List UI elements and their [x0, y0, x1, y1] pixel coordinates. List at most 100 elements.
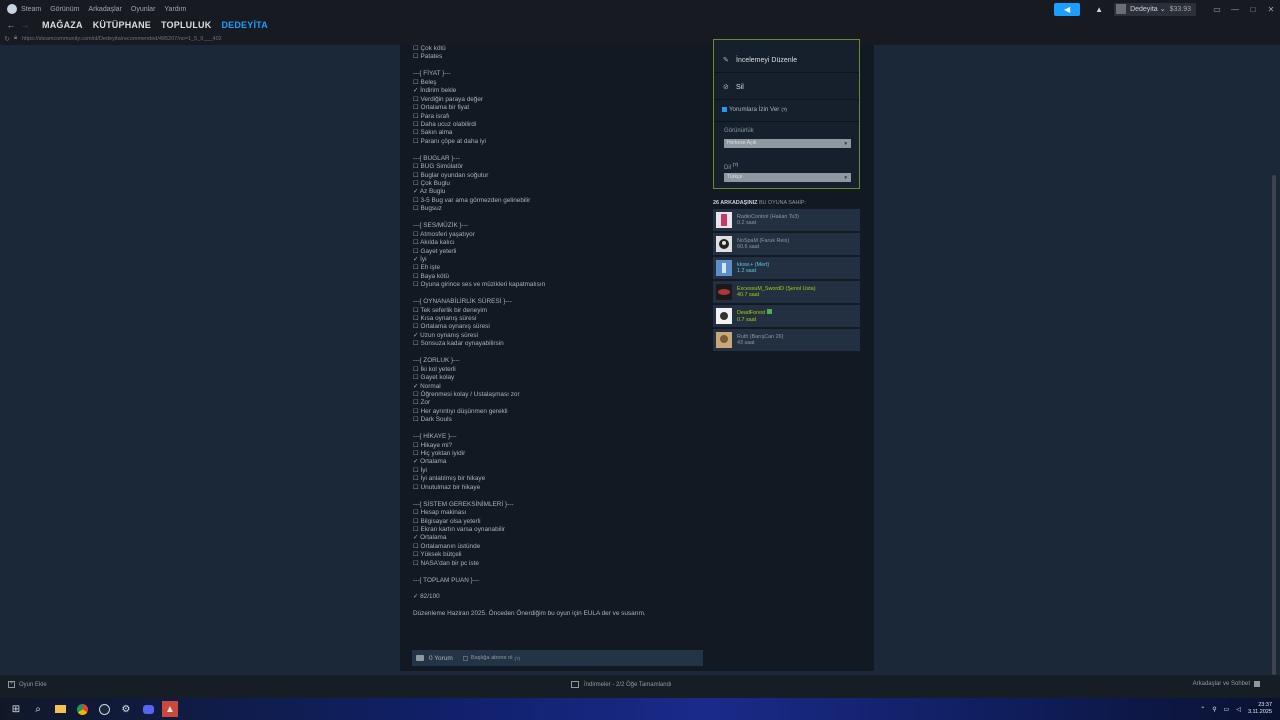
monitor-icon[interactable]: ▭ [1208, 5, 1226, 14]
review-line: ☐ Eh işte [413, 264, 441, 272]
maximize-icon[interactable]: □ [1244, 5, 1262, 14]
megaphone-icon[interactable]: ◀ [1054, 2, 1081, 16]
friend-row[interactable]: kksw.+ (Mert) 1.2 saat [713, 257, 860, 279]
page-scrollbar[interactable] [1272, 175, 1276, 675]
friend-row[interactable]: RadioControl (Hakan Ts3) 0.2 saat [713, 209, 860, 231]
review-line: ☐ Hesap makinası [413, 509, 467, 517]
friend-name-text: DeadForest [737, 310, 766, 316]
review-line: ✓ İyi [413, 255, 427, 263]
forward-arrow-icon[interactable]: → [18, 20, 32, 30]
comment-count[interactable]: 0 Yorum [429, 655, 453, 662]
friends-chat-label: Arkadaşlar ve Sohbet [1192, 681, 1250, 687]
search-icon[interactable]: ⌕ [30, 701, 46, 717]
downloads-status[interactable]: İndirmeler - 2/2 Öğe Tamamlandı [571, 681, 672, 688]
subscribe-checkbox[interactable] [462, 655, 468, 661]
friends-suffix: BU OYUNA SAHİP: [758, 200, 806, 206]
account-menu[interactable]: Dedeyita ⌄ $33.93 [1114, 2, 1196, 16]
allow-comments-label: Yorumlara İzin Ver [729, 106, 780, 113]
wallet-balance: $33.93 [1169, 5, 1191, 13]
nav-library[interactable]: KÜTÜPHANE [93, 20, 151, 30]
review-spacer [413, 492, 703, 500]
review-spacer [413, 585, 703, 593]
help-marker[interactable]: (?) [733, 162, 739, 167]
language-label-text: Dil [724, 165, 731, 171]
subscribe-thread[interactable]: Başlığa abone ol (?) [462, 655, 521, 661]
review-line: ☐ 3-5 Bug var ama görmezden gelinebilir [413, 196, 531, 204]
friends-count: 26 ARKADAŞINIZ [713, 200, 758, 206]
account-name: Dedeyita [1130, 5, 1158, 13]
friend-row[interactable]: Ruth (BarışCan 26) 43 saat [713, 329, 860, 351]
nav-community[interactable]: TOPLULUK [161, 20, 211, 30]
chevron-up-icon[interactable]: ⌃ [1200, 706, 1205, 713]
friend-row[interactable]: DeadForest 0.7 saat [713, 305, 860, 327]
close-icon[interactable]: ✕ [1262, 5, 1280, 14]
delete-review-button[interactable]: ⊘ Sil [723, 83, 744, 92]
help-marker[interactable]: (?) [515, 656, 521, 661]
nav-profile[interactable]: DEDEYİTA [221, 20, 267, 30]
add-game-button[interactable]: + Oyun Ekle [8, 681, 47, 688]
review-line: ✓ Az Buglu [413, 188, 446, 196]
review-line: ✓ Ortalama [413, 534, 447, 542]
back-arrow-icon[interactable]: ← [4, 20, 18, 30]
app-icon[interactable]: ▲ [162, 701, 178, 717]
allow-comments-toggle[interactable]: Yorumlara İzin Ver (?) [722, 106, 787, 113]
settings-icon[interactable]: ⚙ [118, 701, 134, 717]
system-tray: ⌃ ⚲ ▭ ◁ 23:37 3.11.2025 [1200, 698, 1280, 720]
review-line: ☐ Verdiğin paraya değer [413, 95, 484, 103]
review-line: ☐ Zor [413, 399, 431, 407]
friend-row[interactable]: NoSpaM (Faruk Reis) 60.6 saat [713, 233, 860, 255]
volume-icon[interactable]: ◁ [1236, 706, 1241, 713]
review-line: ✓ 82/100 [413, 593, 440, 601]
discord-icon[interactable] [140, 701, 156, 717]
menu-item-games[interactable]: Oyunlar [131, 6, 156, 13]
review-spacer [413, 349, 703, 357]
review-line: ---{ OYNANABİLİRLİK SÜRESİ }--- [413, 298, 512, 306]
steam-taskbar-icon[interactable] [96, 701, 112, 717]
clock[interactable]: 23:37 3.11.2025 [1248, 702, 1272, 716]
in-game-badge-icon [767, 309, 773, 314]
friend-hours: 40.7 saat [737, 292, 760, 298]
edit-review-label: İncelemeyi Düzenle [736, 56, 798, 64]
review-page: ☐ Çok kötü ☐ Patates ---{ FİYAT }--- ☐ Bele… [0, 39, 1280, 675]
clock-time: 23:37 [1258, 702, 1272, 708]
nav-store[interactable]: MAĞAZA [42, 20, 83, 30]
menu-item-steam[interactable]: Steam [21, 6, 41, 13]
review-spacer [413, 214, 703, 222]
menu-bar: Steam Görünüm Arkadaşlar Oyunlar Yardım … [0, 0, 1280, 18]
review-line: ☐ Hiç yoktan iyidir [413, 450, 466, 457]
review-line: ✓ Normal [413, 382, 441, 390]
review-line: ---{ FİYAT }--- [413, 70, 451, 78]
menu-item-view[interactable]: Görünüm [50, 6, 79, 13]
nav-bar: ← → MAĞAZA KÜTÜPHANE TOPLULUK DEDEYİTA [0, 18, 1280, 32]
review-line: ☐ Para israfı [413, 112, 450, 120]
minimize-icon[interactable]: — [1226, 5, 1244, 14]
chrome-icon[interactable] [74, 701, 90, 717]
language-select[interactable]: Türkçe ▼ [724, 173, 851, 182]
review-body: ☐ Çok kötü ☐ Patates ---{ FİYAT }--- ☐ Bele… [413, 45, 703, 619]
visibility-select[interactable]: Herkese Açık ▼ [724, 139, 851, 148]
status-bar: + Oyun Ekle İndirmeler - 2/2 Öğe Tamamla… [0, 675, 1280, 698]
refresh-icon[interactable]: ↻ [0, 35, 14, 43]
url-text[interactable]: https://steamcommunity.com/id/Dedeyita/r… [22, 36, 222, 42]
windows-start-icon[interactable]: ⊞ [8, 701, 24, 717]
review-line: ☐ Paranı çöpe at daha iyi [413, 137, 486, 145]
review-line: ☐ Bugsuz [413, 205, 442, 213]
review-line: ---{ ZORLUK }--- [413, 357, 460, 365]
edit-review-button[interactable]: ✎ İncelemeyi Düzenle [723, 56, 798, 65]
review-line: ---{ SİSTEM GEREKSİNİMLERİ }--- [413, 500, 514, 508]
friend-name: DeadForest [737, 309, 773, 317]
allow-comments-checkbox[interactable] [722, 107, 727, 112]
network-icon[interactable]: ▭ [1224, 706, 1230, 713]
menu-item-help[interactable]: Yardım [164, 6, 186, 13]
review-line: ---{ SES/MÜZİK }--- [413, 222, 469, 230]
friends-chat-button[interactable]: Arkadaşlar ve Sohbet [1193, 681, 1260, 687]
help-marker[interactable]: (?) [781, 107, 787, 112]
menu-item-friends[interactable]: Arkadaşlar [88, 6, 121, 13]
friend-row[interactable]: ExcessuM_SwordD (Şenol Usta) 40.7 saat [713, 281, 860, 303]
friend-hours: 0.2 saat [737, 220, 757, 226]
review-line: ☐ Sonsuza kadar oynayabilirsin [413, 340, 504, 348]
file-explorer-icon[interactable] [52, 701, 68, 717]
review-line: ☐ Ortalamanın üstünde [413, 542, 481, 550]
bell-icon[interactable]: ▲ [1090, 3, 1108, 16]
divider [714, 99, 859, 100]
